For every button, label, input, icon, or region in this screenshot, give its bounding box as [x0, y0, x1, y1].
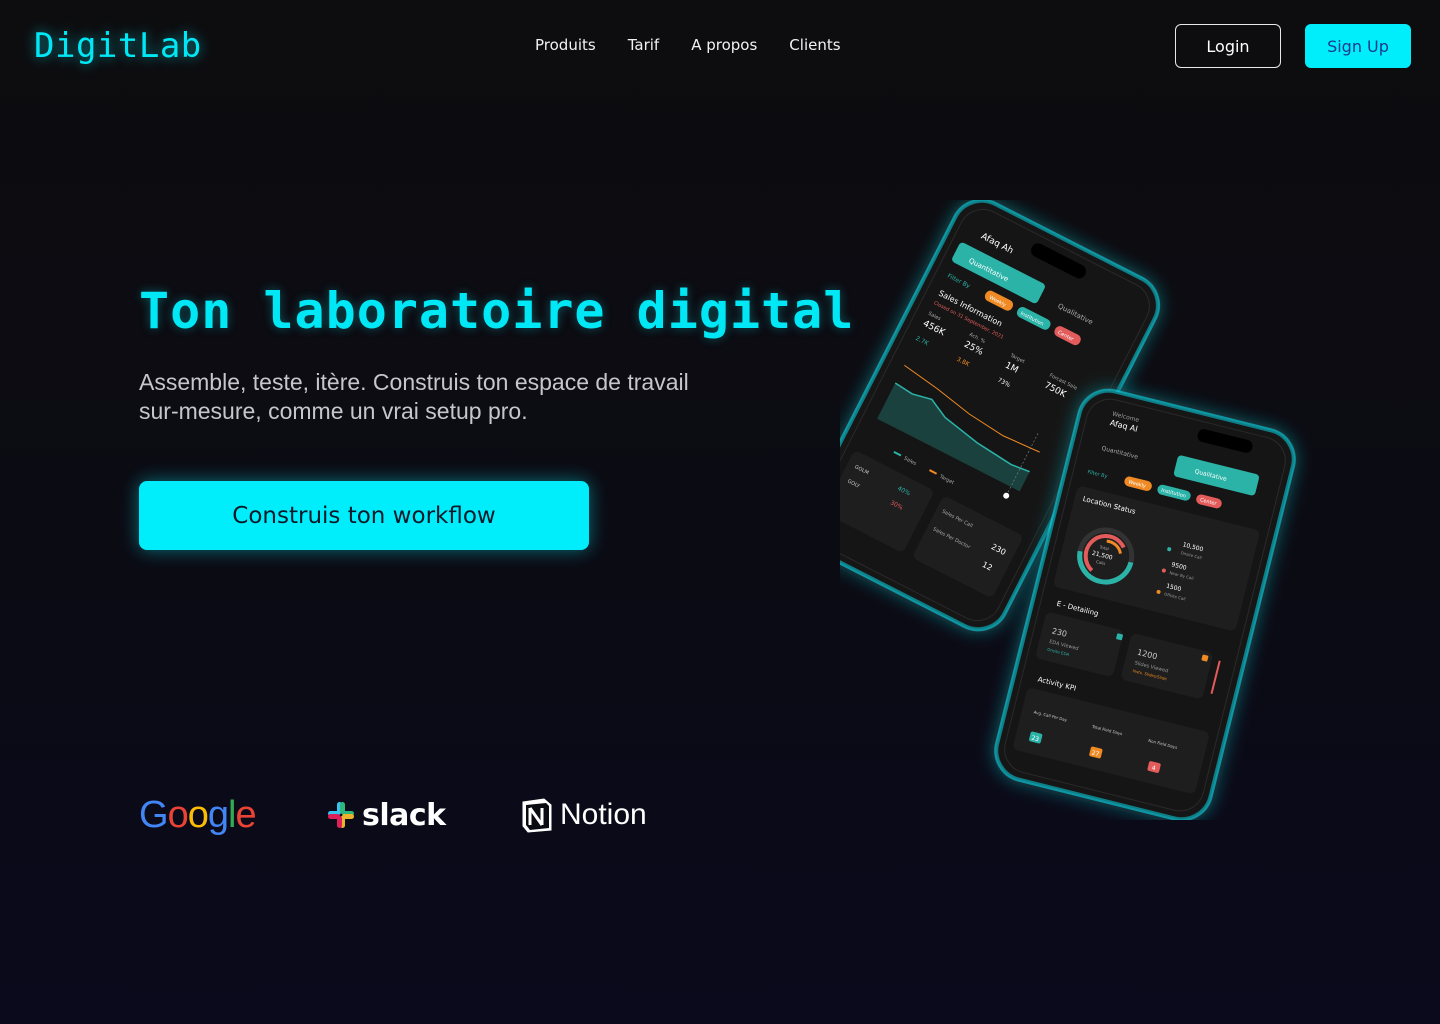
- notion-wordmark: Notion: [560, 798, 647, 831]
- slack-logo: slack: [326, 792, 446, 838]
- cta-button[interactable]: Construis ton workflow: [139, 481, 589, 550]
- logo[interactable]: DigitLab: [34, 26, 202, 66]
- notion-logo: Notion: [520, 792, 647, 838]
- google-wordmark: Google: [139, 793, 257, 836]
- main-nav: Produits Tarif A propos Clients: [535, 36, 841, 54]
- signup-button[interactable]: Sign Up: [1305, 24, 1411, 68]
- nav-produits[interactable]: Produits: [535, 36, 596, 54]
- hero-title: Ton laboratoire digital: [139, 282, 855, 340]
- hero-subtitle: Assemble, teste, itère. Construis ton es…: [139, 369, 689, 424]
- nav-tarif[interactable]: Tarif: [628, 36, 660, 54]
- notion-icon: [522, 798, 552, 833]
- nav-a-propos[interactable]: A propos: [691, 36, 757, 54]
- phone-mockups: Afaq Ah Quantitative Qualitative Filter …: [800, 198, 1320, 822]
- login-button[interactable]: Login: [1175, 24, 1281, 68]
- slack-icon: [328, 802, 354, 828]
- nav-clients[interactable]: Clients: [789, 36, 840, 54]
- slack-wordmark: slack: [362, 797, 446, 833]
- google-logo: Google: [139, 792, 257, 838]
